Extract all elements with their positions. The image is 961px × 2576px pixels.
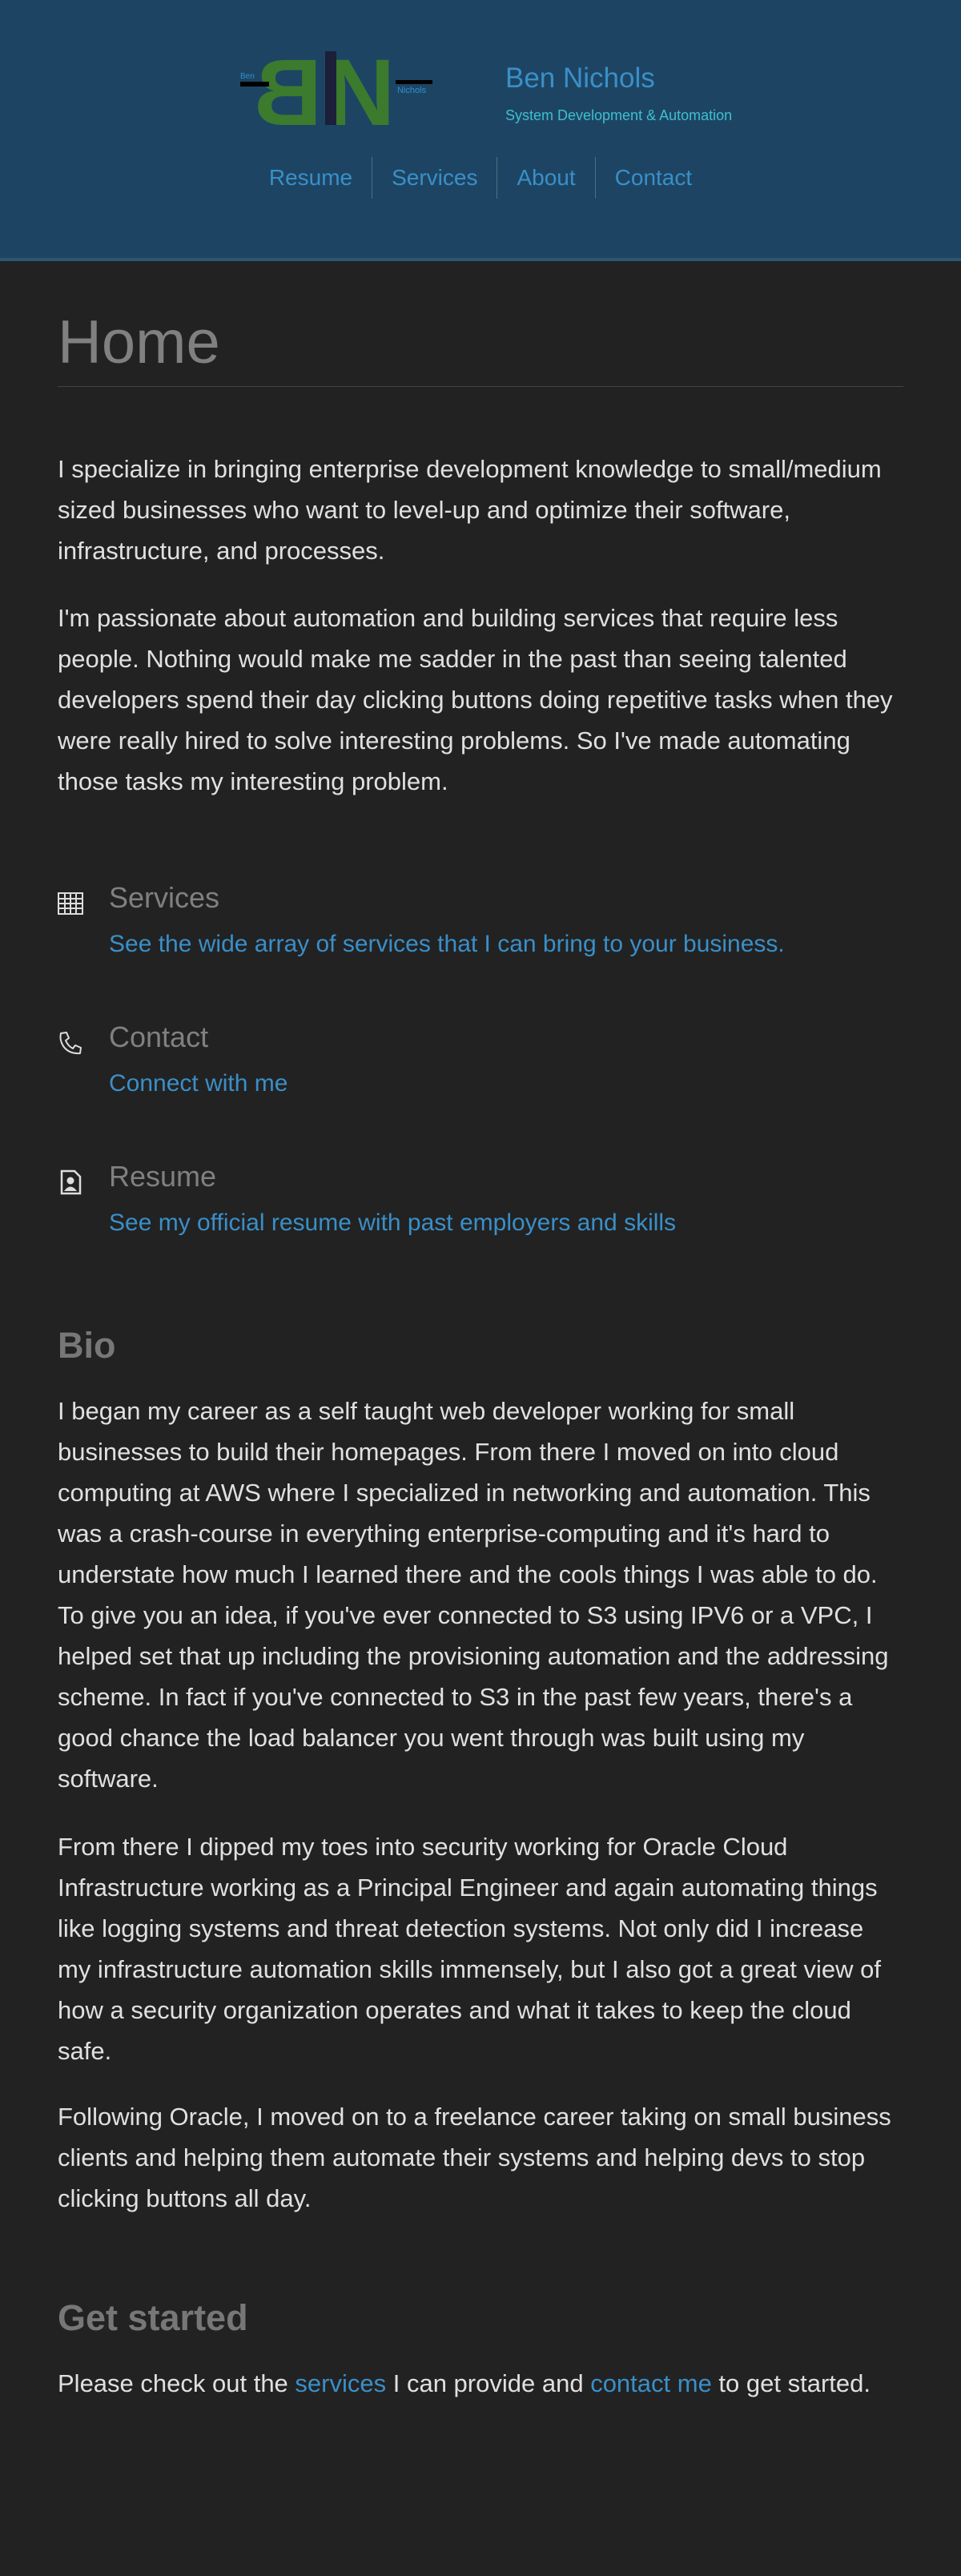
- svg-text:N: N: [327, 50, 395, 130]
- get-started-paragraph: Please check out the services I can prov…: [58, 2363, 903, 2404]
- nav-about[interactable]: About: [497, 157, 596, 199]
- bio-paragraph-3: Following Oracle, I moved on to a freela…: [58, 2103, 891, 2212]
- services-link[interactable]: See the wide array of services that I ca…: [109, 931, 785, 958]
- bio-title: Bio: [58, 1325, 116, 1366]
- contact-title: Contact: [109, 1020, 209, 1053]
- page-title: Home: [58, 308, 220, 376]
- services-title: Services: [109, 881, 220, 914]
- title-divider: [58, 386, 903, 387]
- services-inline-link[interactable]: services: [295, 2369, 386, 2397]
- get-started-text-3: to get started.: [711, 2369, 871, 2397]
- main-nav: Resume Services About Contact: [0, 157, 961, 199]
- get-started-text-1: Please check out the: [58, 2369, 296, 2397]
- svg-text:B: B: [254, 50, 322, 130]
- resume-icon: [60, 1169, 82, 1195]
- site-name[interactable]: Ben Nichols: [505, 62, 655, 95]
- contact-link[interactable]: Connect with me: [109, 1070, 287, 1097]
- intro-paragraph-2: I'm passionate about automation and buil…: [58, 604, 893, 795]
- resume-link[interactable]: See my official resume with past employe…: [109, 1210, 676, 1237]
- intro-paragraph-1: I specialize in bringing enterprise deve…: [58, 455, 882, 565]
- resume-title: Resume: [109, 1160, 217, 1193]
- bn-logo[interactable]: B N Ben Nichols: [237, 50, 437, 130]
- get-started-title: Get started: [58, 2297, 248, 2338]
- building-icon: [58, 892, 83, 915]
- contact-inline-link[interactable]: contact me: [590, 2369, 712, 2397]
- get-started-text-2: I can provide and: [386, 2369, 591, 2397]
- bio-paragraph-2: From there I dipped my toes into securit…: [58, 1833, 882, 2065]
- nav-resume[interactable]: Resume: [250, 157, 373, 199]
- nav-contact[interactable]: Contact: [596, 157, 712, 199]
- bio-paragraph-1: I began my career as a self taught web d…: [58, 1397, 889, 1793]
- nav-services[interactable]: Services: [372, 157, 498, 199]
- phone-icon: [59, 1032, 82, 1055]
- logo-last-name: Nichols: [397, 86, 427, 95]
- logo-first-name: Ben: [240, 72, 255, 81]
- site-header: B N Ben Nichols Ben Nichols System Devel…: [0, 0, 961, 261]
- site-tagline: System Development & Automation: [505, 107, 733, 123]
